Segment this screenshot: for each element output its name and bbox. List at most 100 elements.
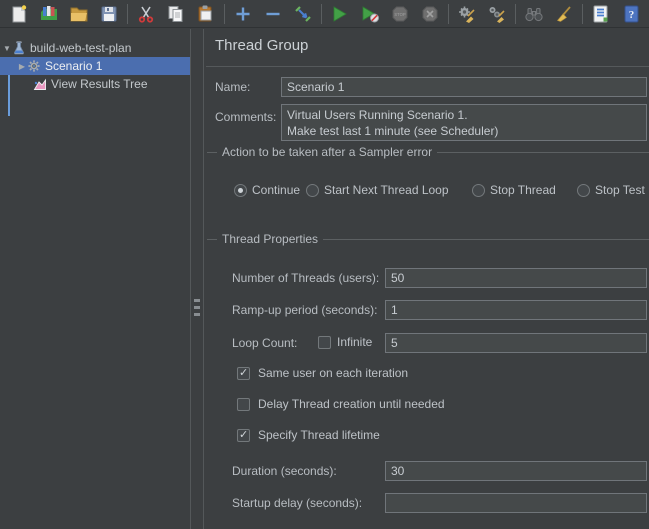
infinite-checkbox-row[interactable]: Infinite <box>318 335 372 349</box>
shutdown-button[interactable] <box>415 2 445 26</box>
copy-icon <box>166 4 186 24</box>
templates-button[interactable] <box>34 2 64 26</box>
tree-item-label: View Results Tree <box>51 77 148 91</box>
delay-thread-creation-label: Delay Thread creation until needed <box>258 397 445 411</box>
tree-splitter[interactable] <box>190 29 204 529</box>
number-of-threads-input[interactable] <box>385 268 647 288</box>
new-file-icon <box>9 4 29 24</box>
open-file-button[interactable] <box>64 2 94 26</box>
tree-item-test-plan[interactable]: ▼ build-web-test-plan <box>0 39 190 57</box>
radio-icon <box>472 184 485 197</box>
thread-group-panel: Thread Group Name: Comments: Virtual Use… <box>204 29 649 529</box>
start-no-pauses-icon <box>360 4 380 24</box>
plus-icon <box>233 4 253 24</box>
comments-input[interactable]: Virtual Users Running Scenario 1. Make t… <box>281 104 647 141</box>
search-button[interactable] <box>519 2 549 26</box>
thread-properties-group-title: Thread Properties <box>217 232 323 246</box>
toolbar-separator <box>582 4 583 24</box>
expand-all-button[interactable] <box>228 2 258 26</box>
shutdown-icon <box>420 4 440 24</box>
radio-continue[interactable]: Continue <box>234 183 300 197</box>
same-user-checkbox-row[interactable]: Same user on each iteration <box>237 366 408 380</box>
test-plan-icon <box>12 41 26 55</box>
new-file-button[interactable] <box>4 2 34 26</box>
radio-icon <box>306 184 319 197</box>
duration-input[interactable] <box>385 461 647 481</box>
checkbox-icon <box>237 398 250 411</box>
ramp-up-input[interactable] <box>385 300 647 320</box>
ramp-up-label: Ramp-up period (seconds): <box>232 303 377 317</box>
cut-icon <box>136 4 156 24</box>
toolbar-separator <box>224 4 225 24</box>
toggle-button[interactable] <box>288 2 318 26</box>
radio-label: Continue <box>252 183 300 197</box>
start-icon <box>330 4 350 24</box>
clear-all-broom-icon <box>487 4 507 24</box>
svg-text:STOP: STOP <box>394 11 406 16</box>
checkbox-icon <box>318 336 331 349</box>
collapse-all-button[interactable] <box>258 2 288 26</box>
view-results-tree-icon <box>33 77 47 91</box>
search-reset-button[interactable] <box>549 2 579 26</box>
splitter-grip-dot <box>194 313 200 316</box>
name-label: Name: <box>215 80 250 94</box>
radio-stop-test[interactable]: Stop Test <box>577 183 645 197</box>
tree-item-label: build-web-test-plan <box>30 41 131 55</box>
expand-arrow-icon[interactable]: ▶ <box>17 62 27 71</box>
loop-count-input[interactable] <box>385 333 647 353</box>
radio-icon <box>234 184 247 197</box>
checkbox-icon <box>237 429 250 442</box>
page-title: Thread Group <box>215 37 308 54</box>
clear-button[interactable] <box>452 2 482 26</box>
tree-item-view-results-tree[interactable]: View Results Tree <box>0 75 190 93</box>
radio-icon <box>577 184 590 197</box>
start-button[interactable] <box>325 2 355 26</box>
cut-button[interactable] <box>131 2 161 26</box>
clear-all-button[interactable] <box>482 2 512 26</box>
startup-delay-label: Startup delay (seconds): <box>232 496 362 510</box>
same-user-label: Same user on each iteration <box>258 366 408 380</box>
stop-button[interactable]: STOP <box>385 2 415 26</box>
delay-thread-creation-checkbox-row[interactable]: Delay Thread creation until needed <box>237 397 445 411</box>
templates-icon <box>39 4 59 24</box>
paste-icon <box>196 4 216 24</box>
comments-label: Comments: <box>215 110 276 124</box>
tree-item-label: Scenario 1 <box>45 59 102 73</box>
toolbar-separator <box>127 4 128 24</box>
copy-button[interactable] <box>161 2 191 26</box>
help-button[interactable]: ? <box>616 2 646 26</box>
test-plan-tree: ▼ build-web-test-plan ▶ Scenario 1 View … <box>0 29 190 529</box>
function-helper-icon <box>591 4 611 24</box>
radio-start-next-thread-loop[interactable]: Start Next Thread Loop <box>306 183 449 197</box>
paste-button[interactable] <box>191 2 221 26</box>
radio-label: Stop Test <box>595 183 645 197</box>
toolbar: STOP ? 00:00:00 <box>0 0 649 28</box>
reset-broom-icon <box>554 4 574 24</box>
startup-delay-input[interactable] <box>385 493 647 513</box>
toolbar-separator <box>448 4 449 24</box>
radio-stop-thread[interactable]: Stop Thread <box>472 183 556 197</box>
radio-label: Start Next Thread Loop <box>324 183 449 197</box>
help-book-icon: ? <box>621 4 641 24</box>
number-of-threads-label: Number of Threads (users): <box>232 271 379 285</box>
toolbar-separator <box>321 4 322 24</box>
checkbox-icon <box>237 367 250 380</box>
save-button[interactable] <box>94 2 124 26</box>
toggle-arrows-icon <box>293 4 313 24</box>
stop-icon: STOP <box>390 4 410 24</box>
clear-broom-icon <box>457 4 477 24</box>
name-input[interactable] <box>281 77 647 97</box>
specify-lifetime-checkbox-row[interactable]: Specify Thread lifetime <box>237 428 380 442</box>
thread-group-icon <box>27 59 41 73</box>
binoculars-icon <box>523 4 545 24</box>
radio-label: Stop Thread <box>490 183 556 197</box>
start-no-pauses-button[interactable] <box>355 2 385 26</box>
tree-item-scenario-1[interactable]: ▶ Scenario 1 <box>0 57 190 75</box>
save-icon <box>99 4 119 24</box>
toolbar-separator <box>515 4 516 24</box>
open-folder-icon <box>69 4 89 24</box>
splitter-grip-dot <box>194 306 200 309</box>
function-helper-button[interactable] <box>586 2 616 26</box>
duration-label: Duration (seconds): <box>232 464 337 478</box>
collapse-arrow-icon[interactable]: ▼ <box>2 44 12 53</box>
